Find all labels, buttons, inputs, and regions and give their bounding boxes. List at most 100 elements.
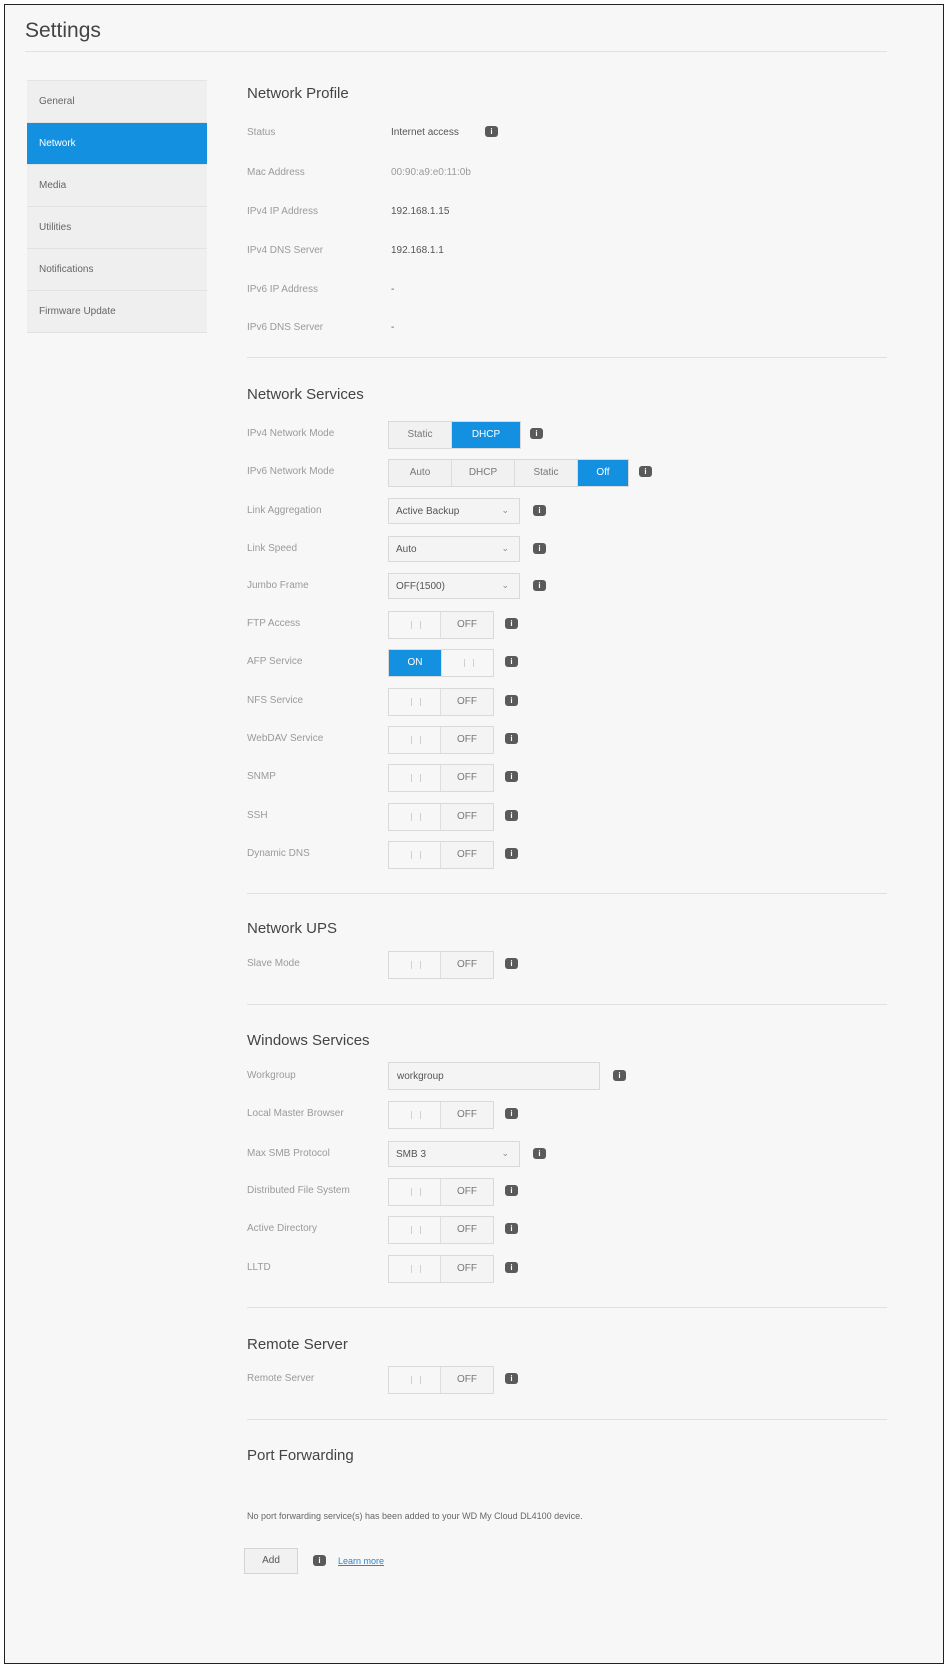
- divider: [247, 357, 887, 358]
- mac-address-label: Mac Address: [247, 167, 305, 178]
- ssh-label: SSH: [247, 810, 268, 821]
- webdav-service-row: WebDAV Service OFF i: [247, 726, 867, 754]
- info-icon[interactable]: i: [530, 428, 543, 439]
- mac-address-value: 00:90:a9:e0:11:0b: [391, 167, 471, 178]
- sidebar-item-firmware-update[interactable]: Firmware Update: [27, 291, 207, 333]
- toggle-knob: [389, 1102, 441, 1128]
- info-icon[interactable]: i: [505, 958, 518, 969]
- jumbo-frame-label: Jumbo Frame: [247, 580, 309, 591]
- divider: [247, 1307, 887, 1308]
- ipv6-network-mode-row: IPv6 Network Mode Auto DHCP Static Off i: [247, 459, 867, 487]
- remote-server-toggle[interactable]: OFF: [388, 1366, 494, 1394]
- ipv4-ip-row: IPv4 IP Address 192.168.1.15: [247, 199, 867, 227]
- ipv6-mode-auto-button[interactable]: Auto: [389, 460, 452, 486]
- dynamic-dns-toggle[interactable]: OFF: [388, 841, 494, 869]
- link-aggregation-row: Link Aggregation Active Backup ⌄ i: [247, 498, 867, 526]
- toggle-state-label: OFF: [457, 959, 477, 970]
- dynamic-dns-label: Dynamic DNS: [247, 848, 310, 859]
- info-icon[interactable]: i: [485, 126, 498, 137]
- sidebar-item-notifications[interactable]: Notifications: [27, 249, 207, 291]
- distributed-file-system-toggle[interactable]: OFF: [388, 1178, 494, 1206]
- nfs-service-toggle[interactable]: OFF: [388, 688, 494, 716]
- info-icon[interactable]: i: [505, 1373, 518, 1384]
- info-icon[interactable]: i: [505, 1262, 518, 1273]
- jumbo-frame-value: OFF(1500): [396, 581, 445, 592]
- slave-mode-toggle[interactable]: OFF: [388, 951, 494, 979]
- toggle-knob: [441, 650, 493, 676]
- section-title-remote-server: Remote Server: [247, 1336, 348, 1353]
- workgroup-input[interactable]: [388, 1062, 600, 1090]
- info-icon[interactable]: i: [505, 848, 518, 859]
- slave-mode-row: Slave Mode OFF i: [247, 951, 867, 979]
- snmp-toggle[interactable]: OFF: [388, 764, 494, 792]
- info-icon[interactable]: i: [505, 1185, 518, 1196]
- link-speed-value: Auto: [396, 544, 417, 555]
- add-button[interactable]: Add: [244, 1548, 298, 1574]
- info-icon[interactable]: i: [505, 771, 518, 782]
- info-icon[interactable]: i: [505, 618, 518, 629]
- port-forwarding-description: No port forwarding service(s) has been a…: [247, 1511, 583, 1521]
- ipv6-mode-dhcp-button[interactable]: DHCP: [452, 460, 515, 486]
- webdav-service-toggle[interactable]: OFF: [388, 726, 494, 754]
- section-title-network-ups: Network UPS: [247, 920, 338, 937]
- active-directory-row: Active Directory OFF i: [247, 1216, 867, 1244]
- ipv4-mode-dhcp-button[interactable]: DHCP: [452, 422, 520, 448]
- info-icon[interactable]: i: [505, 695, 518, 706]
- afp-service-toggle[interactable]: ON: [388, 649, 494, 677]
- info-icon[interactable]: i: [505, 810, 518, 821]
- ipv6-mode-static-button[interactable]: Static: [515, 460, 578, 486]
- ipv4-dns-row: IPv4 DNS Server 192.168.1.1: [247, 238, 867, 266]
- info-icon[interactable]: i: [639, 466, 652, 477]
- info-icon[interactable]: i: [313, 1555, 326, 1566]
- local-master-browser-toggle[interactable]: OFF: [388, 1101, 494, 1129]
- jumbo-frame-row: Jumbo Frame OFF(1500) ⌄ i: [247, 573, 867, 601]
- ipv4-mode-static-button[interactable]: Static: [389, 422, 452, 448]
- info-icon[interactable]: i: [613, 1070, 626, 1081]
- toggle-knob: [389, 804, 441, 830]
- ftp-access-toggle[interactable]: OFF: [388, 611, 494, 639]
- ipv4-network-mode-selector: Static DHCP: [388, 421, 521, 449]
- ssh-toggle[interactable]: OFF: [388, 803, 494, 831]
- sidebar: General Network Media Utilities Notifica…: [27, 80, 207, 333]
- divider: [247, 1004, 887, 1005]
- section-title-port-forwarding: Port Forwarding: [247, 1447, 354, 1464]
- toggle-knob: [389, 1256, 441, 1282]
- info-icon[interactable]: i: [505, 656, 518, 667]
- lltd-row: LLTD OFF i: [247, 1255, 867, 1283]
- ftp-access-label: FTP Access: [247, 618, 301, 629]
- info-icon[interactable]: i: [533, 580, 546, 591]
- toggle-knob: [389, 842, 441, 868]
- ipv6-ip-row: IPv6 IP Address -: [247, 277, 867, 305]
- toggle-knob: [389, 727, 441, 753]
- jumbo-frame-select[interactable]: OFF(1500) ⌄: [388, 573, 520, 599]
- workgroup-label: Workgroup: [247, 1070, 296, 1081]
- ipv6-mode-off-button[interactable]: Off: [578, 460, 628, 486]
- toggle-knob: [389, 1179, 441, 1205]
- learn-more-link[interactable]: Learn more: [338, 1556, 384, 1566]
- info-icon[interactable]: i: [505, 1108, 518, 1119]
- sidebar-item-utilities[interactable]: Utilities: [27, 207, 207, 249]
- link-speed-select[interactable]: Auto ⌄: [388, 536, 520, 562]
- toggle-state-label: OFF: [457, 1224, 477, 1235]
- max-smb-protocol-select[interactable]: SMB 3 ⌄: [388, 1141, 520, 1167]
- toggle-state-label: OFF: [457, 696, 477, 707]
- toggle-state-label: OFF: [457, 1374, 477, 1385]
- divider: [25, 51, 887, 52]
- info-icon[interactable]: i: [533, 505, 546, 516]
- link-aggregation-select[interactable]: Active Backup ⌄: [388, 498, 520, 524]
- distributed-file-system-label: Distributed File System: [247, 1185, 350, 1196]
- sidebar-item-general[interactable]: General: [27, 81, 207, 123]
- toggle-state-label: OFF: [457, 619, 477, 630]
- active-directory-toggle[interactable]: OFF: [388, 1216, 494, 1244]
- status-row: Status Internet access i: [247, 120, 867, 148]
- sidebar-item-media[interactable]: Media: [27, 165, 207, 207]
- lltd-toggle[interactable]: OFF: [388, 1255, 494, 1283]
- dynamic-dns-row: Dynamic DNS OFF i: [247, 841, 867, 869]
- info-icon[interactable]: i: [533, 543, 546, 554]
- settings-page: Settings General Network Media Utilities…: [4, 4, 944, 1664]
- info-icon[interactable]: i: [533, 1148, 546, 1159]
- ipv4-dns-value: 192.168.1.1: [391, 245, 444, 256]
- info-icon[interactable]: i: [505, 733, 518, 744]
- sidebar-item-network[interactable]: Network: [27, 123, 207, 165]
- info-icon[interactable]: i: [505, 1223, 518, 1234]
